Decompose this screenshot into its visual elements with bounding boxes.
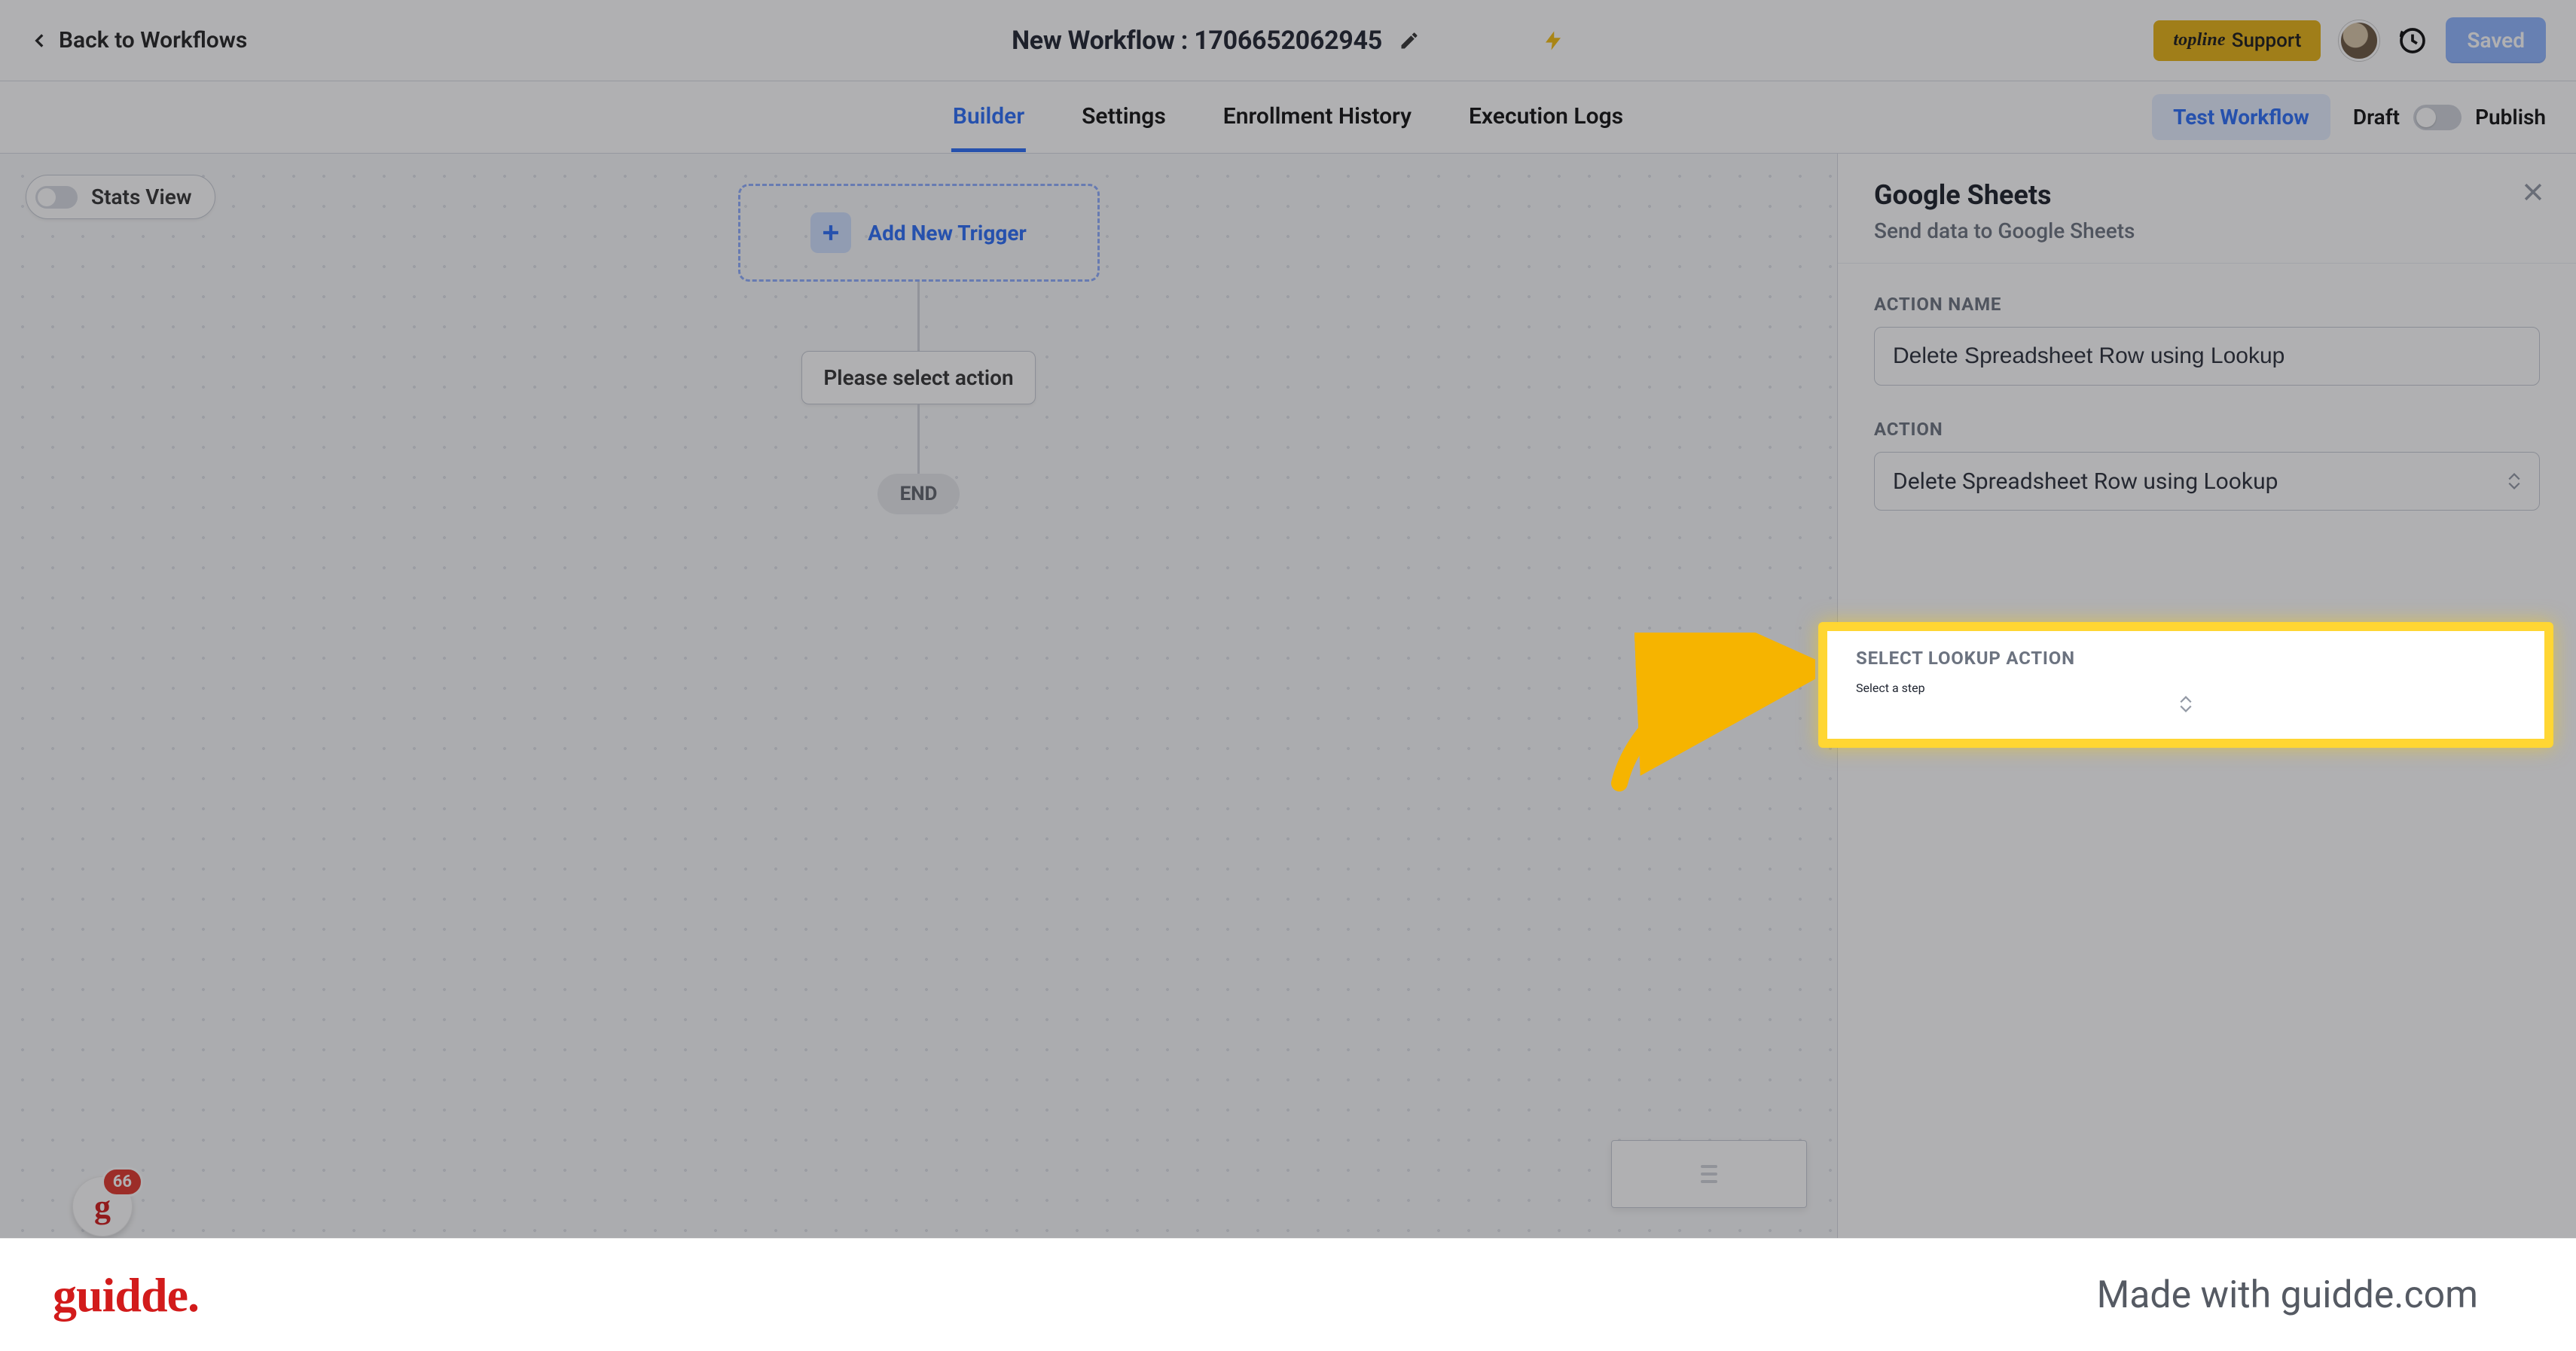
tab-enrollment-history[interactable]: Enrollment History bbox=[1222, 82, 1413, 152]
panel-subtitle: Send data to Google Sheets bbox=[1874, 218, 2540, 243]
workflow-title: New Workflow : 1706652062945 bbox=[1012, 26, 1382, 56]
sort-icon bbox=[2507, 472, 2521, 490]
close-icon[interactable] bbox=[2520, 179, 2546, 205]
action-name-label: ACTION NAME bbox=[1874, 294, 2540, 315]
canvas-minimap[interactable] bbox=[1611, 1140, 1807, 1208]
end-node: END bbox=[877, 474, 960, 514]
guidde-logo: guidde. bbox=[53, 1267, 199, 1323]
publish-label: Publish bbox=[2475, 105, 2546, 130]
draft-label: Draft bbox=[2353, 105, 2400, 130]
back-label: Back to Workflows bbox=[59, 27, 247, 53]
sort-icon bbox=[1856, 695, 2516, 713]
connector-line bbox=[917, 404, 920, 474]
tab-execution-logs[interactable]: Execution Logs bbox=[1467, 82, 1625, 152]
test-workflow-button[interactable]: Test Workflow bbox=[2152, 94, 2330, 140]
made-with-text: Made with guidde.com bbox=[2097, 1273, 2478, 1317]
support-brand: topline bbox=[2173, 30, 2225, 50]
guidde-widget[interactable]: g 66 bbox=[72, 1163, 139, 1229]
add-new-trigger-label: Add New Trigger bbox=[868, 221, 1026, 245]
footer: guidde. Made with guidde.com bbox=[0, 1238, 2576, 1351]
pencil-icon[interactable] bbox=[1399, 30, 1420, 51]
support-button[interactable]: topline Support bbox=[2153, 20, 2321, 61]
lookup-action-placeholder: Select a step bbox=[1856, 681, 1925, 695]
tutorial-arrow-icon bbox=[1604, 633, 1815, 798]
support-label: Support bbox=[2232, 29, 2302, 52]
saved-badge: Saved bbox=[2446, 17, 2546, 63]
chevron-left-icon bbox=[30, 31, 50, 50]
lightning-icon[interactable] bbox=[1542, 29, 1564, 52]
action-name-input[interactable] bbox=[1874, 327, 2540, 386]
guidde-badge-count: 66 bbox=[102, 1167, 143, 1197]
panel-title: Google Sheets bbox=[1874, 179, 2540, 211]
connector-line bbox=[917, 282, 920, 351]
workflow-canvas[interactable]: Stats View Add New Trigger Please select… bbox=[0, 154, 1838, 1238]
action-select-value: Delete Spreadsheet Row using Lookup bbox=[1893, 468, 2278, 495]
history-icon[interactable] bbox=[2397, 26, 2428, 56]
back-to-workflows[interactable]: Back to Workflows bbox=[30, 27, 247, 53]
stats-view-toggle[interactable]: Stats View bbox=[26, 175, 215, 219]
tab-settings[interactable]: Settings bbox=[1080, 82, 1167, 152]
action-select[interactable]: Delete Spreadsheet Row using Lookup bbox=[1874, 452, 2540, 511]
plus-icon bbox=[810, 212, 851, 253]
avatar[interactable] bbox=[2339, 20, 2379, 61]
add-new-trigger-button[interactable]: Add New Trigger bbox=[738, 184, 1100, 282]
stats-view-label: Stats View bbox=[91, 185, 192, 209]
tutorial-highlight: SELECT LOOKUP ACTION Select a step bbox=[1818, 622, 2553, 748]
tabs: Builder Settings Enrollment History Exec… bbox=[951, 82, 1625, 152]
lookup-action-label: SELECT LOOKUP ACTION bbox=[1856, 648, 2516, 669]
lookup-action-select[interactable]: Select a step bbox=[1856, 681, 2516, 713]
publish-toggle[interactable] bbox=[2413, 105, 2462, 130]
tab-builder[interactable]: Builder bbox=[951, 82, 1026, 152]
action-label: ACTION bbox=[1874, 419, 2540, 440]
stats-view-switch[interactable] bbox=[35, 186, 78, 209]
action-node-placeholder[interactable]: Please select action bbox=[801, 351, 1035, 404]
